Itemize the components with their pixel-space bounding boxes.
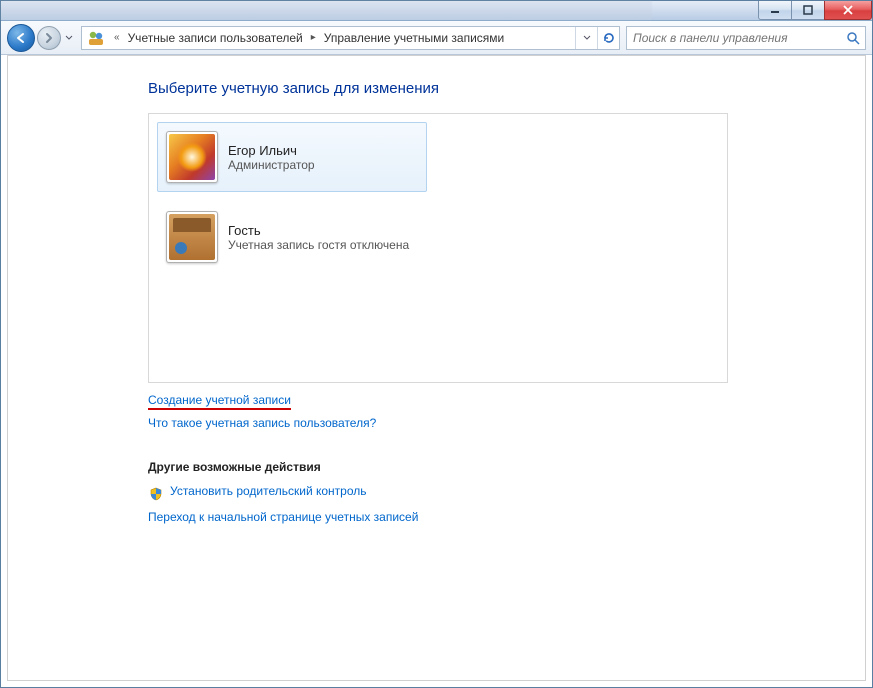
minimize-button[interactable] [758,1,792,20]
refresh-button[interactable] [597,27,619,49]
action-row: Переход к начальной странице учетных зап… [148,510,728,530]
links-block: Создание учетной записи Что такое учетна… [148,393,728,436]
accounts-list: Егор Ильич Администратор Гость Учетная з… [148,113,728,383]
navbar: « Учетные записи пользователей ▸ Управле… [1,21,872,55]
account-item[interactable]: Гость Учетная запись гостя отключена [157,202,427,272]
action-row: Установить родительский контроль [148,484,728,504]
breadcrumb-level1[interactable]: Учетные записи пользователей [124,31,307,45]
breadcrumb-arrow-icon: ▸ [307,32,320,43]
nav-back-button[interactable] [7,24,35,52]
breadcrumb-dropdown[interactable] [575,27,597,49]
account-role: Администратор [228,158,315,172]
account-name: Егор Ильич [228,143,315,158]
content-inner: Выберите учетную запись для изменения Ег… [148,56,728,530]
content-area: Выберите учетную запись для изменения Ег… [7,55,866,681]
accounts-home-link[interactable]: Переход к начальной странице учетных зап… [148,510,418,524]
titlebar [1,1,872,21]
parental-control-link[interactable]: Установить родительский контроль [170,484,367,498]
account-name: Гость [228,223,409,238]
breadcrumb-level2[interactable]: Управление учетными записями [320,31,508,45]
avatar [166,211,218,263]
shield-icon [148,486,164,502]
account-item[interactable]: Егор Ильич Администратор [157,122,427,192]
avatar [166,131,218,183]
window-controls [759,1,872,20]
search-icon[interactable] [845,30,861,46]
breadcrumb[interactable]: « Учетные записи пользователей ▸ Управле… [81,26,620,50]
page-title: Выберите учетную запись для изменения [148,80,728,97]
what-is-account-link[interactable]: Что такое учетная запись пользователя? [148,416,376,430]
titlebar-blur [1,1,652,20]
nav-forward-button[interactable] [37,26,61,50]
create-account-link[interactable]: Создание учетной записи [148,393,291,410]
search-input[interactable] [631,30,845,46]
breadcrumb-chevron-icon: « [110,32,124,43]
close-button[interactable] [824,1,872,20]
control-panel-window: « Учетные записи пользователей ▸ Управле… [0,0,873,688]
maximize-button[interactable] [791,1,825,20]
user-accounts-icon [86,28,106,48]
nav-history-dropdown[interactable] [63,26,75,50]
account-role: Учетная запись гостя отключена [228,238,409,252]
search-box[interactable] [626,26,866,50]
account-text: Егор Ильич Администратор [228,143,315,172]
account-text: Гость Учетная запись гостя отключена [228,223,409,252]
other-actions-title: Другие возможные действия [148,460,728,474]
